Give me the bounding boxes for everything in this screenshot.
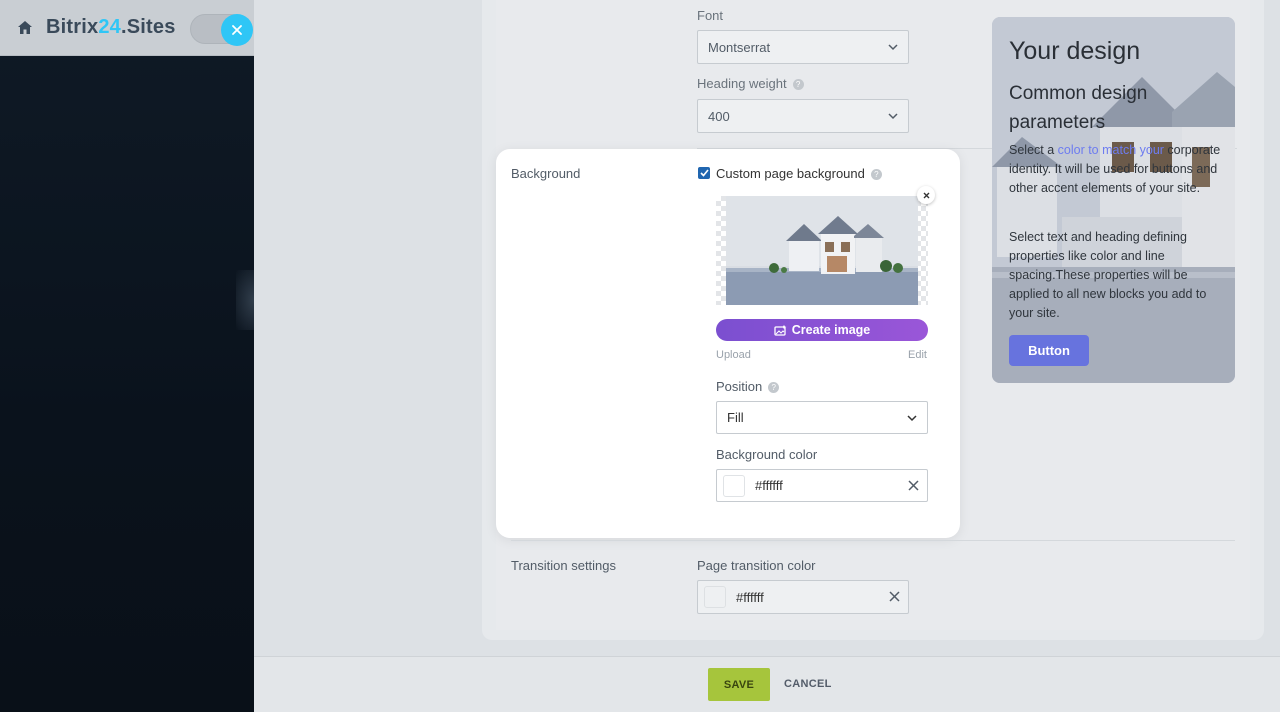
preview-button: Button — [1009, 335, 1089, 366]
checkmark-icon — [699, 169, 709, 177]
left-site-panel — [0, 0, 254, 712]
background-color-value: #ffffff — [755, 478, 783, 493]
create-image-button[interactable]: Create image — [716, 319, 928, 341]
close-icon — [923, 192, 929, 198]
divider — [511, 540, 1235, 541]
background-color-field[interactable]: #ffffff — [716, 469, 928, 502]
cancel-button[interactable]: CANCEL — [784, 678, 832, 690]
upload-link[interactable]: Upload — [716, 349, 751, 361]
panel-glow — [236, 270, 254, 330]
background-image[interactable] — [726, 196, 918, 305]
ai-image-icon — [774, 324, 787, 336]
custom-background-label: Custom page background? — [716, 166, 882, 181]
background-section-label: Background — [511, 166, 581, 181]
clear-icon[interactable] — [889, 591, 900, 602]
page-transition-value: #ffffff — [736, 589, 764, 605]
chevron-down-icon — [888, 44, 898, 51]
position-value: Fill — [727, 410, 744, 425]
save-button[interactable]: SAVE — [708, 668, 770, 701]
heading-weight-select[interactable]: 400 — [697, 99, 909, 133]
page-transition-label: Page transition color — [697, 558, 816, 573]
house-image — [992, 17, 1235, 383]
transition-section-label: Transition settings — [511, 558, 617, 573]
position-select[interactable]: Fill — [716, 401, 928, 434]
heading-weight-value: 400 — [708, 108, 730, 124]
preview-text-typography: Select text and heading defining propert… — [1009, 230, 1207, 320]
preview-subtitle: Common design parameters — [1009, 83, 1148, 133]
color-swatch[interactable] — [704, 586, 726, 608]
help-icon[interactable]: ? — [768, 382, 780, 393]
background-modal: Background Custom page background? Creat… — [496, 149, 960, 538]
font-select[interactable]: Montserrat — [697, 30, 909, 64]
preview-link[interactable]: color to match your — [1058, 143, 1164, 157]
background-color-label: Background color — [716, 447, 818, 462]
custom-background-checkbox[interactable] — [698, 167, 710, 179]
close-icon — [232, 25, 242, 35]
help-icon[interactable]: ? — [792, 79, 804, 90]
font-select-value: Montserrat — [708, 39, 771, 55]
preview-text-color: Select a color to match your corporate i… — [1009, 143, 1221, 195]
brand-logo[interactable]: Bitrix24.Sites — [46, 16, 176, 39]
house-image — [726, 196, 918, 305]
position-label: Position? — [716, 379, 780, 394]
help-icon[interactable]: ? — [870, 169, 882, 180]
chevron-down-icon — [888, 113, 898, 120]
design-preview: Your design Common design parameters Sel… — [992, 17, 1235, 383]
create-image-label: Create image — [791, 323, 871, 337]
preview-title: Your design — [1009, 37, 1141, 65]
chevron-down-icon — [907, 415, 917, 422]
edit-link[interactable]: Edit — [908, 349, 927, 361]
page-transition-color-field[interactable]: #ffffff — [697, 580, 909, 614]
font-label: Font — [697, 8, 724, 23]
heading-weight-label: Heading weight? — [697, 76, 804, 91]
remove-image-button[interactable] — [917, 186, 935, 204]
close-panel-button[interactable] — [221, 14, 253, 46]
color-swatch[interactable] — [723, 474, 745, 497]
clear-icon[interactable] — [908, 480, 919, 491]
home-icon[interactable] — [16, 19, 34, 37]
background-image-frame — [716, 196, 928, 305]
